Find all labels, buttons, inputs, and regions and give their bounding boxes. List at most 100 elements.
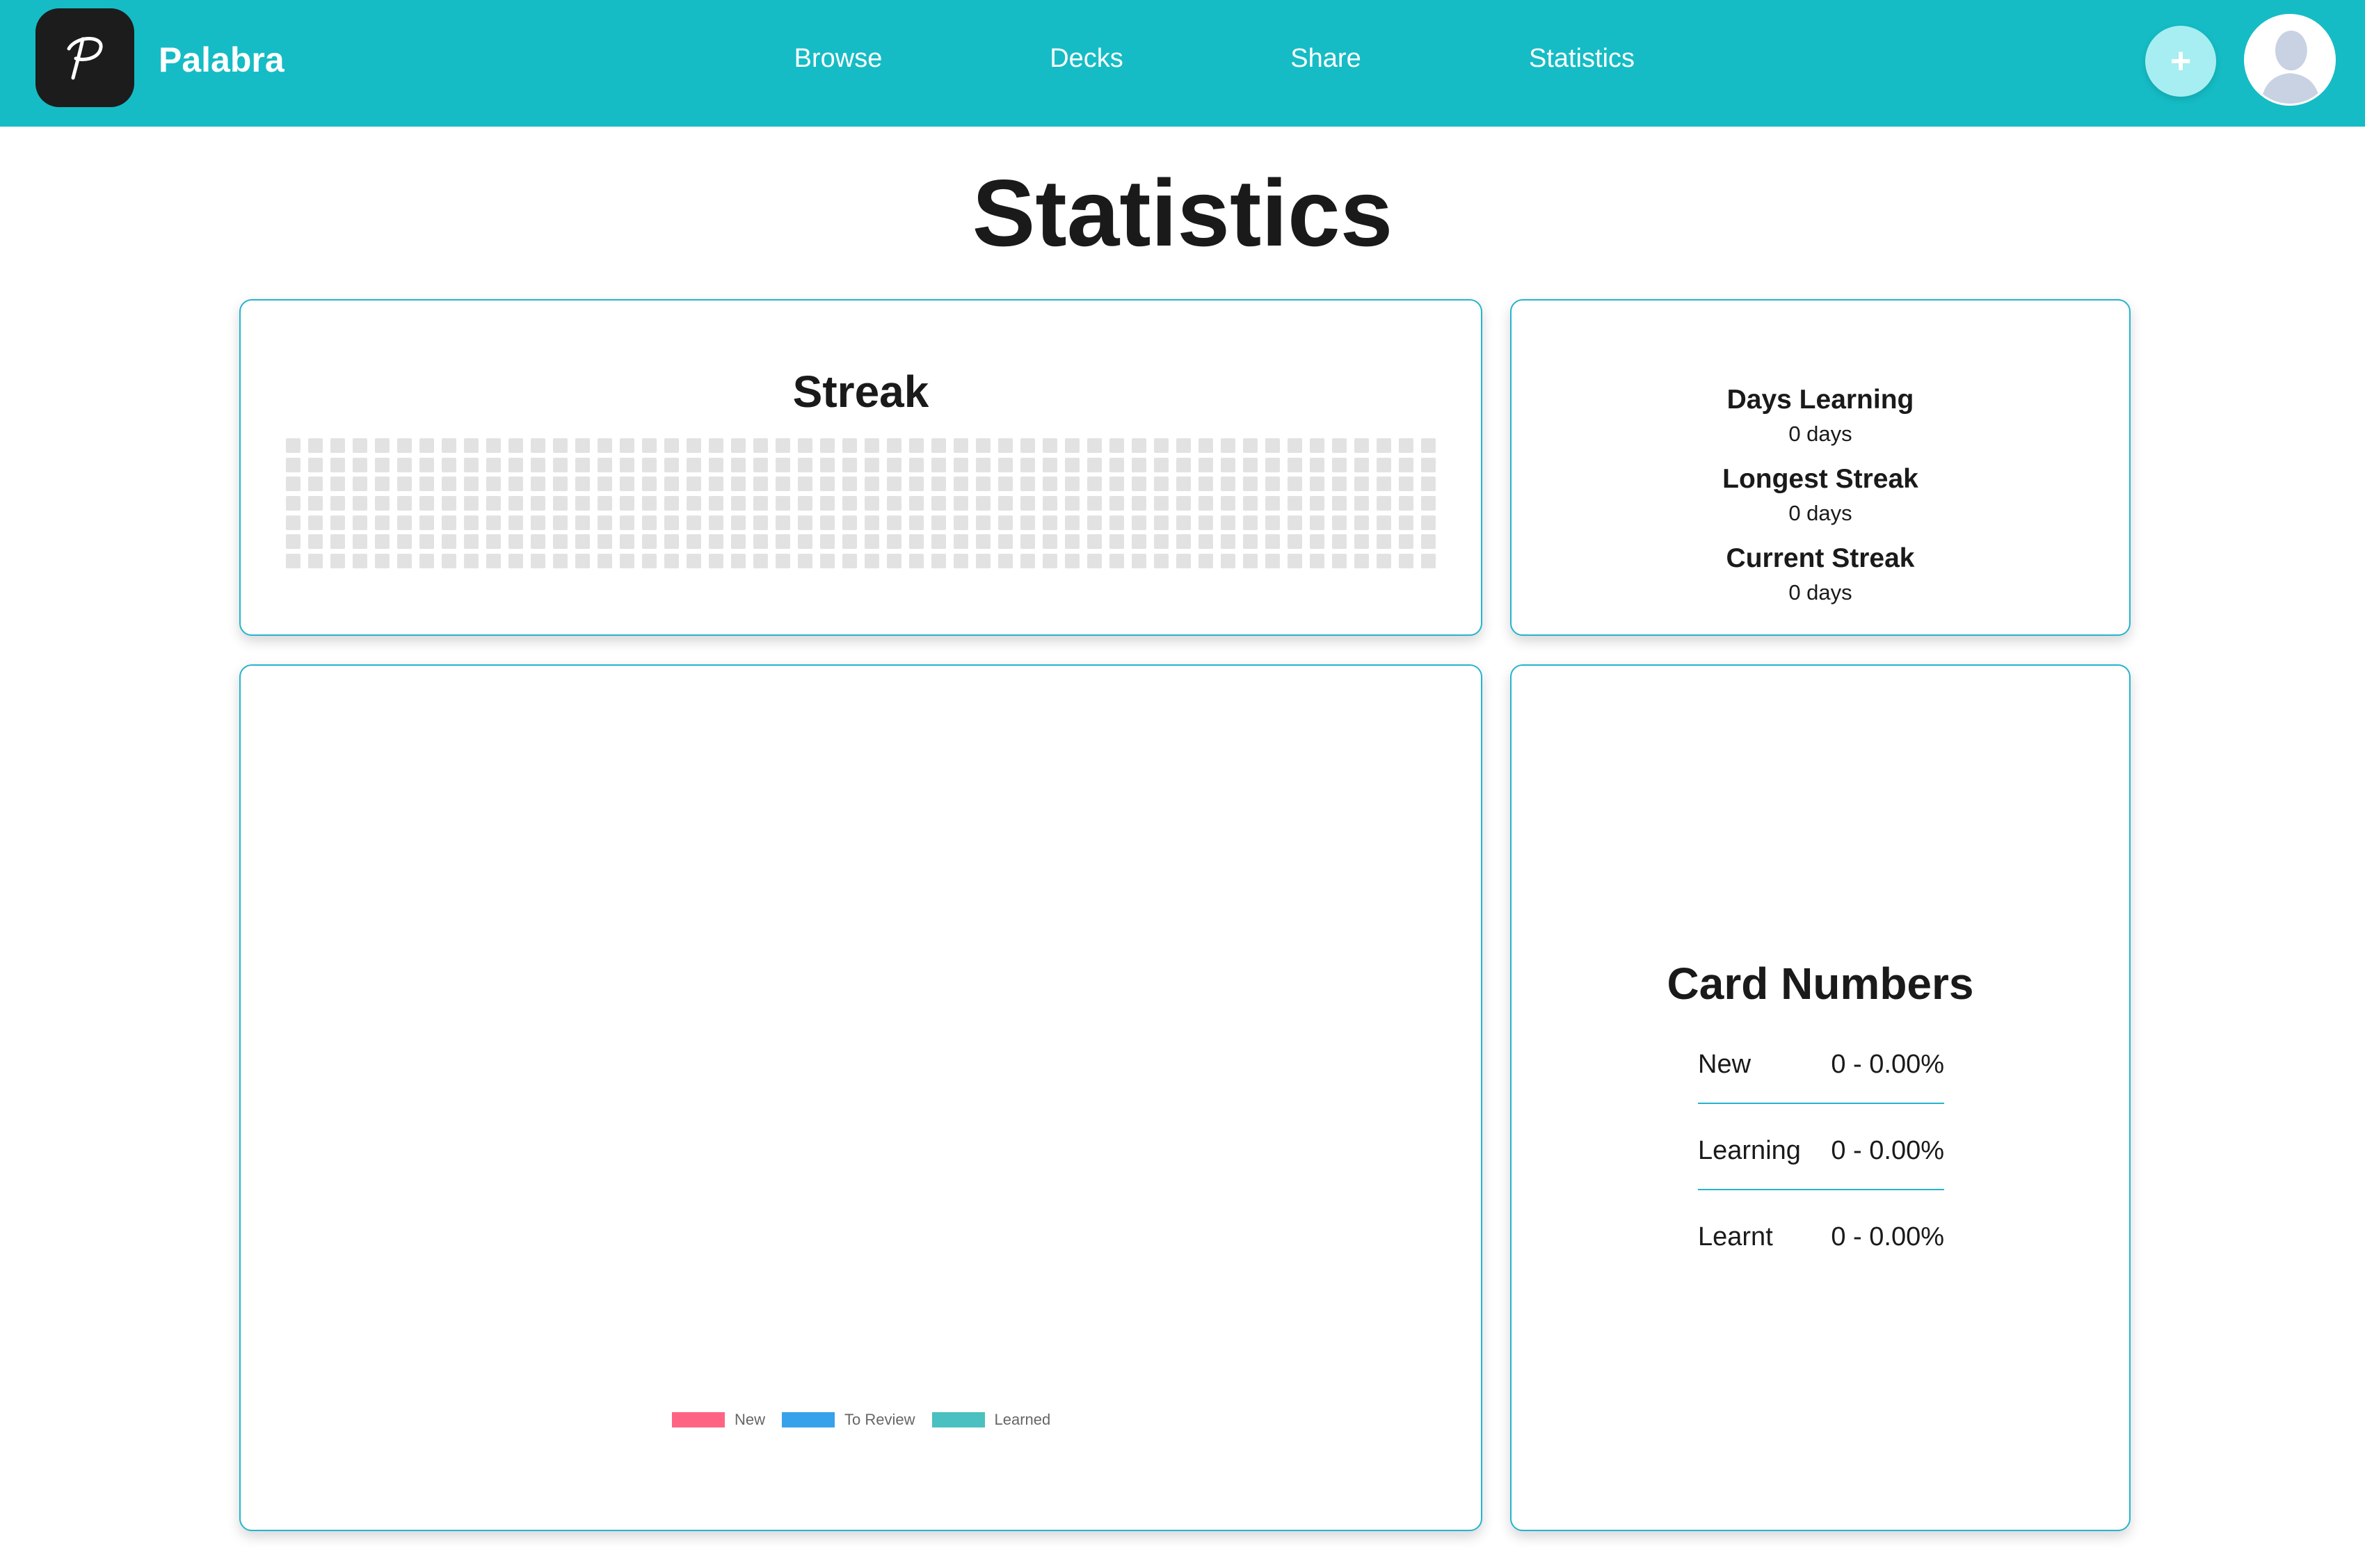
- streak-day-cell: [397, 534, 412, 550]
- card-numbers-row-learning: Learning 0 - 0.00%: [1698, 1135, 1944, 1190]
- streak-day-cell: [1265, 515, 1280, 530]
- streak-day-cell: [954, 496, 968, 511]
- user-avatar[interactable]: [2244, 14, 2336, 106]
- streak-day-cell: [620, 515, 634, 530]
- legend-item[interactable]: New: [672, 1411, 765, 1429]
- streak-day-cell: [1399, 496, 1413, 511]
- streak-day-cell: [909, 438, 924, 453]
- streak-day-cell: [553, 457, 568, 472]
- nav-statistics[interactable]: Statistics: [1498, 42, 1665, 75]
- streak-day-cell: [375, 534, 390, 550]
- streak-day-cell: [1421, 515, 1436, 530]
- streak-day-cell: [1043, 457, 1057, 472]
- streak-day-cell: [553, 515, 568, 530]
- streak-day-cell: [1377, 515, 1391, 530]
- streak-day-cell: [776, 534, 790, 550]
- card-numbers-card: Card Numbers New 0 - 0.00% Learning 0 - …: [1510, 664, 2131, 1531]
- nav-share[interactable]: Share: [1256, 42, 1395, 75]
- streak-day-cell: [1087, 515, 1102, 530]
- top-navbar: Palabra Browse Decks Share Statistics +: [0, 0, 2365, 127]
- streak-day-cell: [1154, 554, 1169, 569]
- streak-day-cell: [1109, 554, 1124, 569]
- streak-day-cell: [620, 477, 634, 492]
- streak-day-cell: [419, 496, 434, 511]
- streak-day-cell: [1065, 457, 1080, 472]
- streak-day-cell: [1176, 457, 1191, 472]
- streak-card: Streak: [239, 299, 1482, 636]
- streak-day-cell: [976, 477, 991, 492]
- longest-streak-stat: Longest Streak 0 days: [1512, 463, 2129, 527]
- streak-day-cell: [664, 515, 679, 530]
- app-name[interactable]: Palabra: [159, 39, 284, 81]
- streak-day-cell: [286, 477, 300, 492]
- streak-day-cell: [865, 477, 879, 492]
- streak-day-cell: [931, 496, 946, 511]
- streak-day-cell: [1154, 496, 1169, 511]
- legend-item[interactable]: To Review: [782, 1411, 915, 1429]
- streak-day-cell: [954, 457, 968, 472]
- streak-day-cell: [1198, 457, 1213, 472]
- streak-day-cell: [1288, 438, 1302, 453]
- current-streak-stat: Current Streak 0 days: [1512, 543, 2129, 607]
- add-button[interactable]: +: [2145, 26, 2216, 97]
- legend-label: New: [735, 1411, 766, 1428]
- streak-day-cell: [1154, 515, 1169, 530]
- streak-day-cell: [687, 515, 701, 530]
- streak-day-cell: [286, 534, 300, 550]
- legend-item[interactable]: Learned: [931, 1411, 1050, 1429]
- streak-day-cell: [642, 554, 657, 569]
- streak-day-cell: [1065, 477, 1080, 492]
- streak-day-cell: [1087, 496, 1102, 511]
- streak-day-cell: [865, 457, 879, 472]
- streak-day-cell: [1243, 534, 1258, 550]
- streak-day-cell: [776, 438, 790, 453]
- streak-day-cell: [1132, 534, 1146, 550]
- streak-day-cell: [887, 554, 901, 569]
- streak-day-cell: [664, 438, 679, 453]
- streak-day-cell: [598, 457, 612, 472]
- nav-browse[interactable]: Browse: [765, 42, 911, 75]
- streak-day-cell: [1288, 515, 1302, 530]
- streak-day-cell: [664, 534, 679, 550]
- streak-day-cell: [1421, 496, 1436, 511]
- streak-day-cell: [998, 534, 1013, 550]
- streak-day-cell: [954, 534, 968, 550]
- streak-day-cell: [1198, 438, 1213, 453]
- streak-day-cell: [687, 477, 701, 492]
- streak-day-cell: [1132, 496, 1146, 511]
- streak-day-cell: [1421, 438, 1436, 453]
- streak-day-cell: [842, 457, 857, 472]
- streak-day-cell: [330, 515, 345, 530]
- nav-decks[interactable]: Decks: [1017, 42, 1156, 75]
- streak-day-cell: [798, 496, 812, 511]
- streak-day-cell: [909, 554, 924, 569]
- streak-day-cell: [1198, 515, 1213, 530]
- streak-day-cell: [731, 534, 746, 550]
- streak-day-cell: [1332, 477, 1347, 492]
- streak-day-cell: [753, 438, 768, 453]
- streak-day-cell: [954, 554, 968, 569]
- streak-day-cell: [709, 534, 723, 550]
- streak-day-cell: [575, 477, 590, 492]
- streak-day-cell: [1020, 554, 1035, 569]
- streak-day-cell: [842, 534, 857, 550]
- streak-day-cell: [998, 457, 1013, 472]
- streak-day-cell: [598, 438, 612, 453]
- streak-day-cell: [776, 477, 790, 492]
- streak-day-cell: [931, 515, 946, 530]
- streak-day-cell: [419, 534, 434, 550]
- streak-day-cell: [887, 457, 901, 472]
- streak-day-cell: [753, 496, 768, 511]
- streak-day-cell: [308, 477, 323, 492]
- streak-day-cell: [642, 496, 657, 511]
- streak-day-cell: [598, 554, 612, 569]
- streak-day-cell: [709, 457, 723, 472]
- streak-day-cell: [1243, 554, 1258, 569]
- streak-day-cell: [1109, 477, 1124, 492]
- streak-day-cell: [998, 515, 1013, 530]
- palabra-logo[interactable]: [35, 8, 134, 107]
- streak-day-cell: [553, 496, 568, 511]
- streak-day-cell: [865, 515, 879, 530]
- streak-day-cell: [1243, 438, 1258, 453]
- streak-day-cell: [798, 554, 812, 569]
